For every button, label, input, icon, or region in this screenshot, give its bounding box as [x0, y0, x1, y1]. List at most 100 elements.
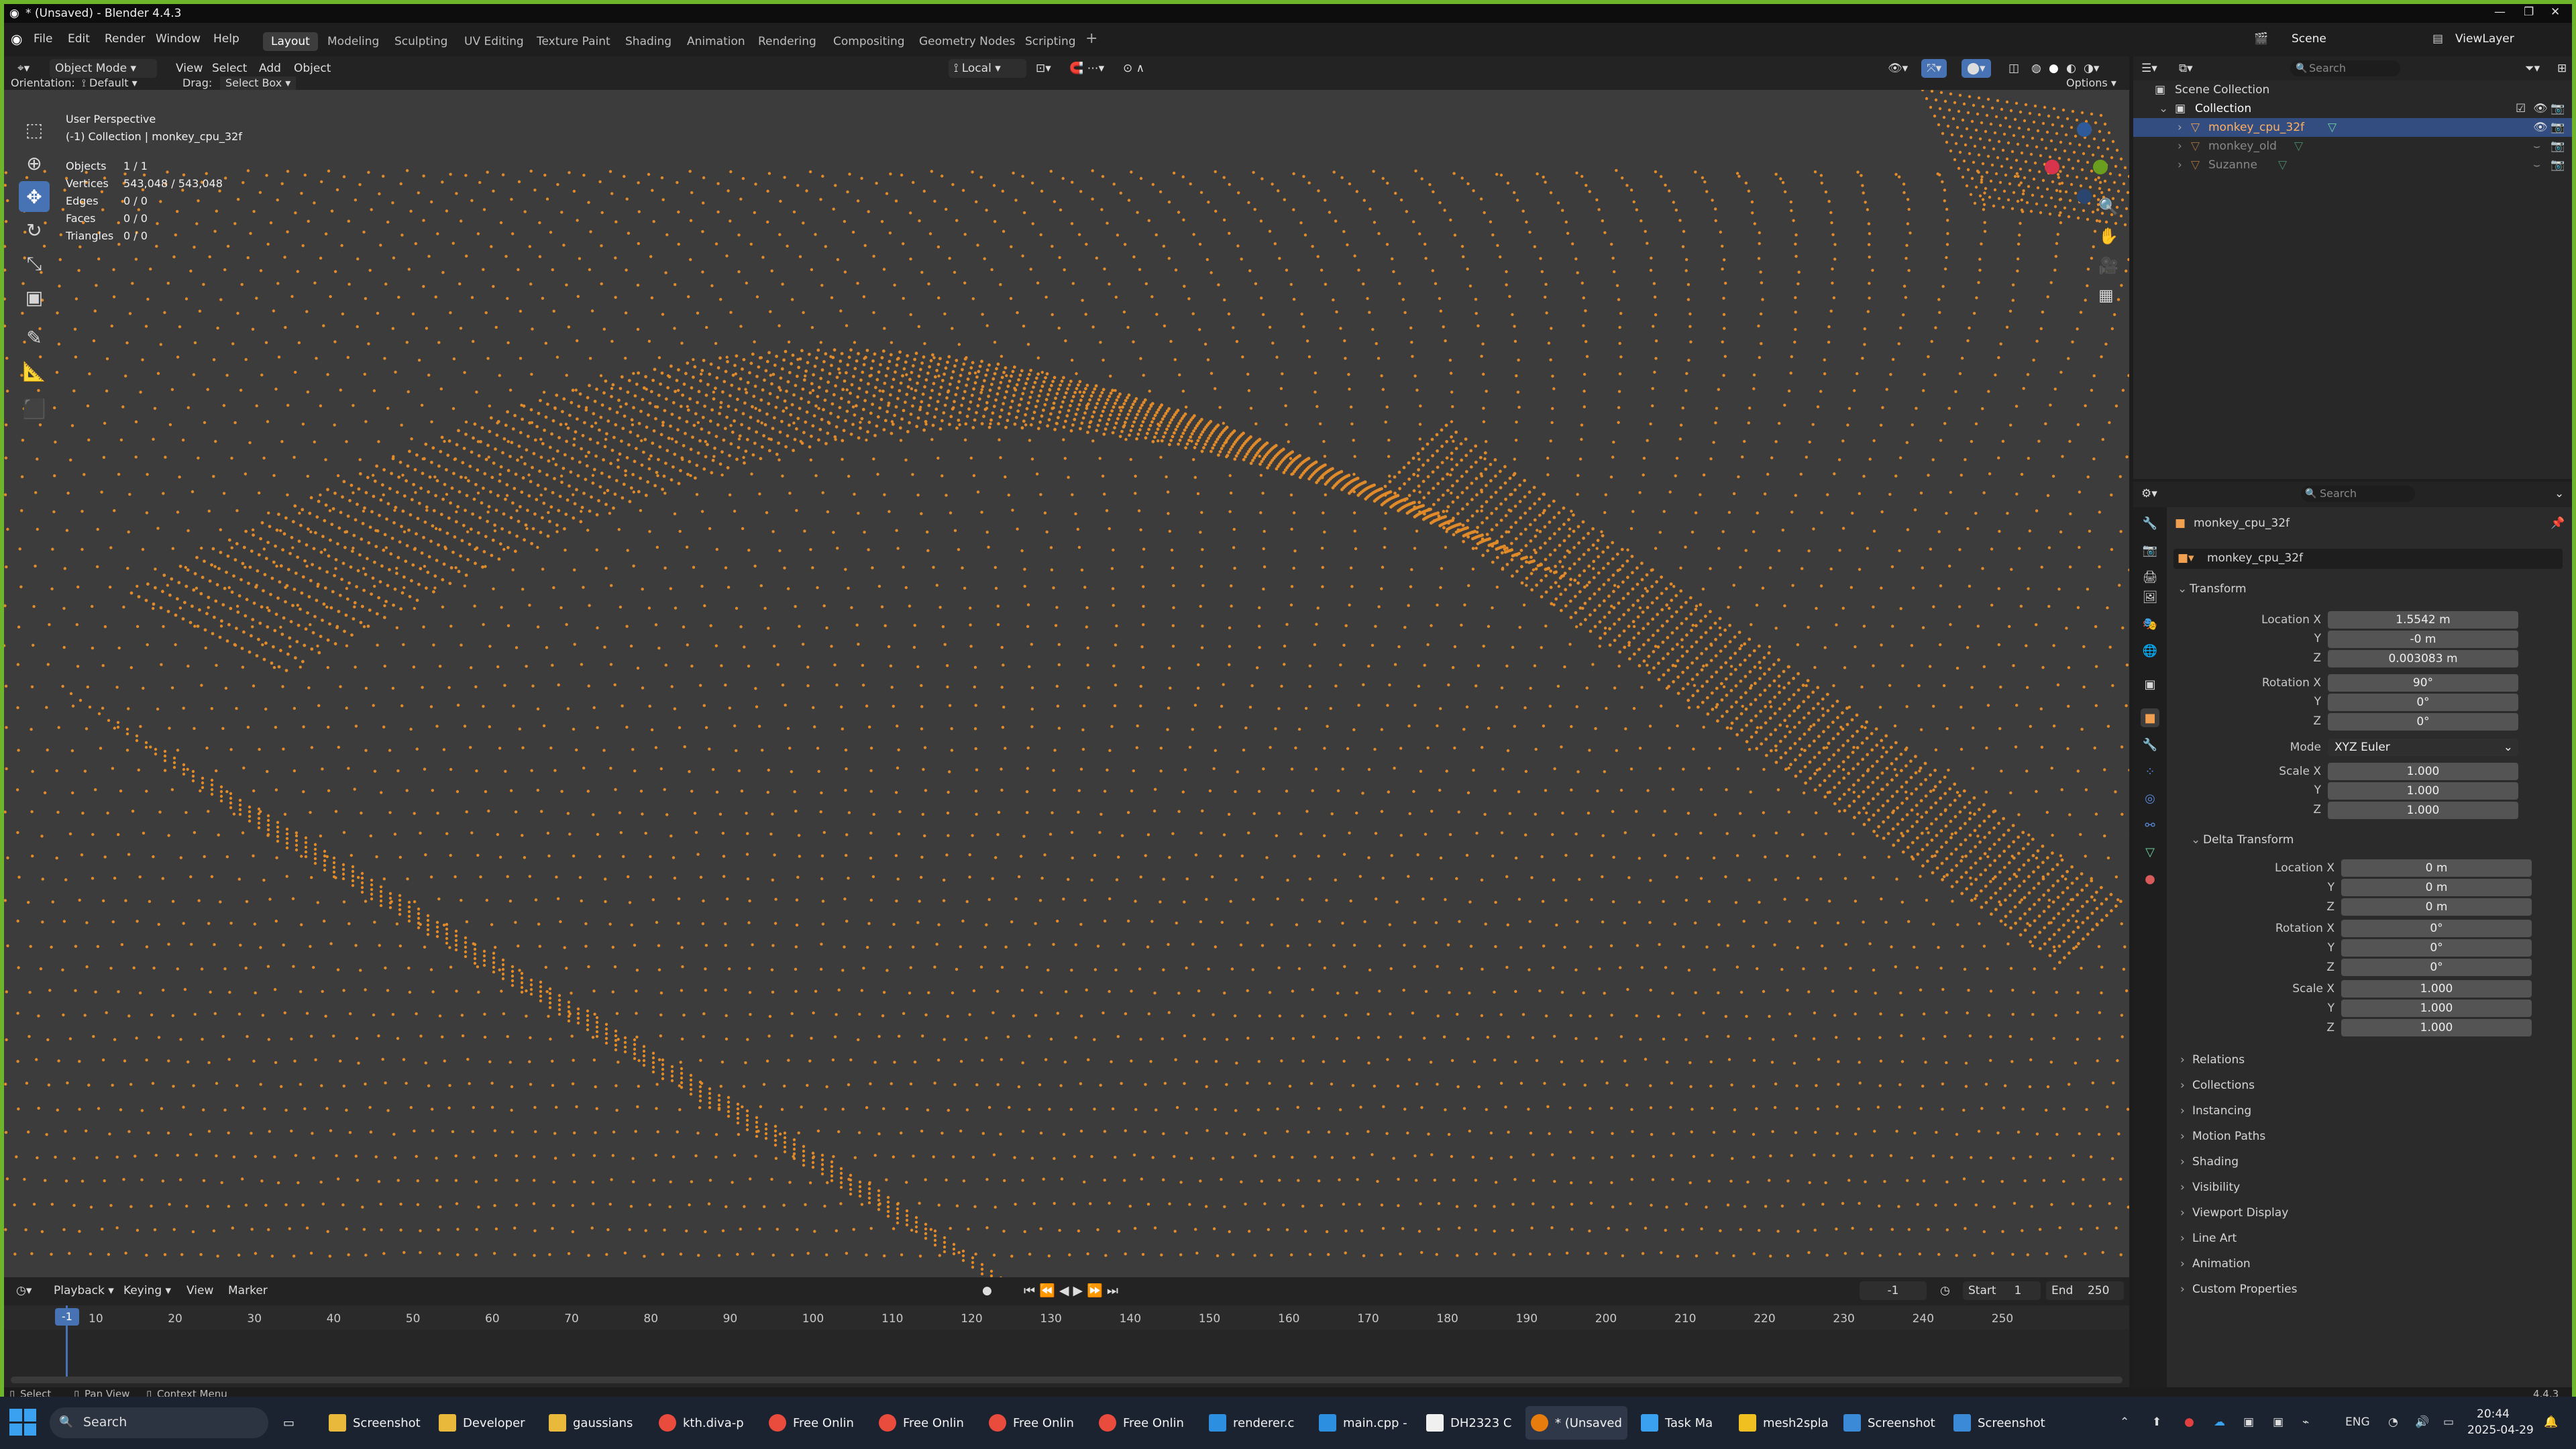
exclude-checkbox-icon[interactable]: ☑: [2516, 102, 2526, 115]
frame-ruler[interactable]: 10 20 30 40 50 60 70 80 90 100 110 120 130 140 150 160 1…: [4, 1305, 2129, 1330]
delta-scale-y-field[interactable]: 1.000: [2341, 1000, 2532, 1017]
eye-closed-icon[interactable]: ⌣: [2533, 158, 2540, 172]
taskbar-app-chrome[interactable]: Free Onlin: [873, 1406, 969, 1440]
chevron-down-icon[interactable]: ⌄: [2159, 102, 2168, 115]
menu-window[interactable]: Window: [156, 32, 201, 46]
ortho-grid-icon[interactable]: ▦: [2098, 287, 2114, 303]
select-box-tool-icon[interactable]: ⬚: [19, 114, 50, 145]
scale-z-field[interactable]: 1.000: [2328, 802, 2518, 819]
delta-rotation-y-field[interactable]: 0°: [2341, 939, 2532, 957]
menu-render[interactable]: Render: [105, 32, 146, 46]
xray-icon[interactable]: ◫: [2003, 59, 2025, 78]
menu-timeline-view[interactable]: View: [181, 1281, 219, 1300]
taskbar-app-snipping[interactable]: Screenshot: [1948, 1406, 2051, 1440]
tray-app-icon[interactable]: ▣: [2243, 1415, 2254, 1429]
wifi-icon[interactable]: ◔: [2388, 1415, 2398, 1429]
camera-icon[interactable]: 📷: [2551, 102, 2565, 115]
constraints-tab-icon[interactable]: ⚯: [2141, 816, 2159, 835]
clock-time[interactable]: 20:44: [2477, 1407, 2510, 1421]
add-cube-tool-icon[interactable]: ⬛: [19, 393, 50, 424]
rotate-tool-icon[interactable]: ↻: [19, 215, 50, 246]
camera-icon[interactable]: 📷: [2551, 121, 2565, 134]
scene-tab-icon[interactable]: 🎭: [2141, 614, 2159, 633]
onedrive-icon[interactable]: ☁: [2214, 1415, 2225, 1429]
display-mode-icon[interactable]: ⧉▾: [2174, 59, 2198, 78]
tab-uv-editing[interactable]: UV Editing: [456, 32, 532, 51]
delta-scale-x-field[interactable]: 1.000: [2341, 980, 2532, 998]
chevron-right-icon[interactable]: ›: [2178, 140, 2182, 153]
clock-date[interactable]: 2025-04-29: [2467, 1424, 2534, 1437]
object-name-field[interactable]: ■▾ monkey_cpu_32f: [2174, 549, 2563, 569]
rotation-z-field[interactable]: 0°: [2328, 713, 2518, 731]
tab-rendering[interactable]: Rendering: [750, 32, 824, 51]
output-tab-icon[interactable]: 🖨: [2141, 568, 2159, 586]
orientation-value[interactable]: ⟟ Default ▾: [82, 76, 138, 90]
pivot-icon[interactable]: ⊡▾: [1030, 59, 1057, 78]
properties-editor-icon[interactable]: ⚙▾: [2136, 484, 2163, 503]
delta-location-z-field[interactable]: 0 m: [2341, 898, 2532, 916]
taskbar-app-snipping[interactable]: Screenshot: [1838, 1406, 1941, 1440]
menu-add[interactable]: Add: [254, 59, 286, 78]
preview-range-icon[interactable]: ◷: [1935, 1281, 1955, 1300]
new-collection-icon[interactable]: ⊞: [2552, 59, 2572, 78]
tab-scripting[interactable]: Scripting: [1017, 32, 1084, 51]
viewlayer-name[interactable]: ViewLayer: [2455, 32, 2514, 46]
delta-rotation-x-field[interactable]: 0°: [2341, 920, 2532, 937]
task-view-icon[interactable]: ▭: [278, 1406, 300, 1440]
close-icon[interactable]: ✕: [2551, 5, 2560, 19]
tab-texture-paint[interactable]: Texture Paint: [529, 32, 619, 51]
pan-hand-icon[interactable]: ✋: [2098, 228, 2118, 244]
maximize-icon[interactable]: ❐: [2524, 5, 2534, 19]
outliner-object-row[interactable]: › ▽ monkey_old ▽ ⌣ 📷: [2133, 137, 2572, 156]
zoom-icon[interactable]: 🔍: [2098, 199, 2118, 215]
options-dropdown[interactable]: Options ▾: [2066, 76, 2116, 90]
taskbar-app-chrome[interactable]: Free Onlin: [763, 1406, 859, 1440]
eye-closed-icon[interactable]: ⌣: [2533, 140, 2540, 153]
volume-icon[interactable]: 🔊: [2415, 1415, 2429, 1429]
scale-y-field[interactable]: 1.000: [2328, 782, 2518, 800]
viewport-display-panel-header[interactable]: › Viewport Display: [2180, 1206, 2288, 1220]
transform-panel-header[interactable]: ⌄ Transform: [2178, 582, 2247, 596]
chevron-right-icon[interactable]: ›: [2178, 158, 2182, 172]
shading-panel-header[interactable]: › Shading: [2180, 1155, 2239, 1169]
delta-scale-z-field[interactable]: 1.000: [2341, 1019, 2532, 1036]
tab-modeling[interactable]: Modeling: [319, 32, 387, 51]
gizmo-y-axis-icon[interactable]: [2093, 160, 2108, 174]
taskbar-app-notion[interactable]: DH2323 C: [1421, 1406, 1517, 1440]
annotate-tool-icon[interactable]: ✎: [19, 322, 50, 353]
taskbar-app-gaussians[interactable]: gaussians: [543, 1406, 638, 1440]
proportional-edit-icon[interactable]: ⊙ ∧: [1118, 59, 1150, 78]
chevron-down-icon[interactable]: ⌄: [2549, 484, 2569, 503]
taskbar-app-task-manager[interactable]: Task Ma: [1635, 1406, 1718, 1440]
object-tab-icon[interactable]: ■: [2141, 708, 2159, 727]
menu-object[interactable]: Object: [288, 59, 336, 78]
taskbar-app-developer[interactable]: Developer: [433, 1406, 531, 1440]
tray-app-icon[interactable]: ▣: [2273, 1415, 2284, 1429]
location-z-field[interactable]: 0.003083 m: [2328, 650, 2518, 667]
taskbar-app-chrome[interactable]: Free Onlin: [983, 1406, 1079, 1440]
collections-panel-header[interactable]: › Collections: [2180, 1079, 2255, 1092]
custom-properties-panel-header[interactable]: › Custom Properties: [2180, 1283, 2297, 1296]
timeline-editor-icon[interactable]: ◷▾: [11, 1281, 37, 1300]
cursor-tool-icon[interactable]: ⊕: [19, 148, 50, 178]
taskbar-app-blender[interactable]: * (Unsaved: [1525, 1406, 1627, 1440]
tab-animation[interactable]: Animation: [679, 32, 753, 51]
gizmo-toggle-icon[interactable]: ⤧▾: [1921, 59, 1947, 78]
taskbar-app-mesh2splat[interactable]: mesh2spla: [1733, 1406, 1834, 1440]
taskbar-app-vscode[interactable]: main.cpp -: [1313, 1406, 1413, 1440]
notification-icon[interactable]: 🔔: [2544, 1415, 2558, 1429]
camera-icon[interactable]: 📷: [2551, 140, 2565, 153]
outliner-editor-icon[interactable]: ☰▾: [2136, 59, 2163, 78]
particles-tab-icon[interactable]: ⁘: [2141, 762, 2159, 781]
snap-icon[interactable]: 🧲 ⋯▾: [1064, 59, 1110, 78]
scene-name[interactable]: Scene: [2292, 32, 2326, 46]
minimize-icon[interactable]: —: [2494, 5, 2506, 19]
tray-alert-icon[interactable]: ●: [2184, 1415, 2194, 1429]
properties-search-input[interactable]: Search: [2301, 486, 2415, 502]
rotation-y-field[interactable]: 0°: [2328, 694, 2518, 711]
scale-x-field[interactable]: 1.000: [2328, 763, 2518, 780]
taskbar-app-vscode[interactable]: renderer.c: [1203, 1406, 1299, 1440]
location-y-field[interactable]: -0 m: [2328, 631, 2518, 648]
tab-layout[interactable]: Layout: [263, 32, 318, 51]
tab-shading[interactable]: Shading: [617, 32, 680, 51]
